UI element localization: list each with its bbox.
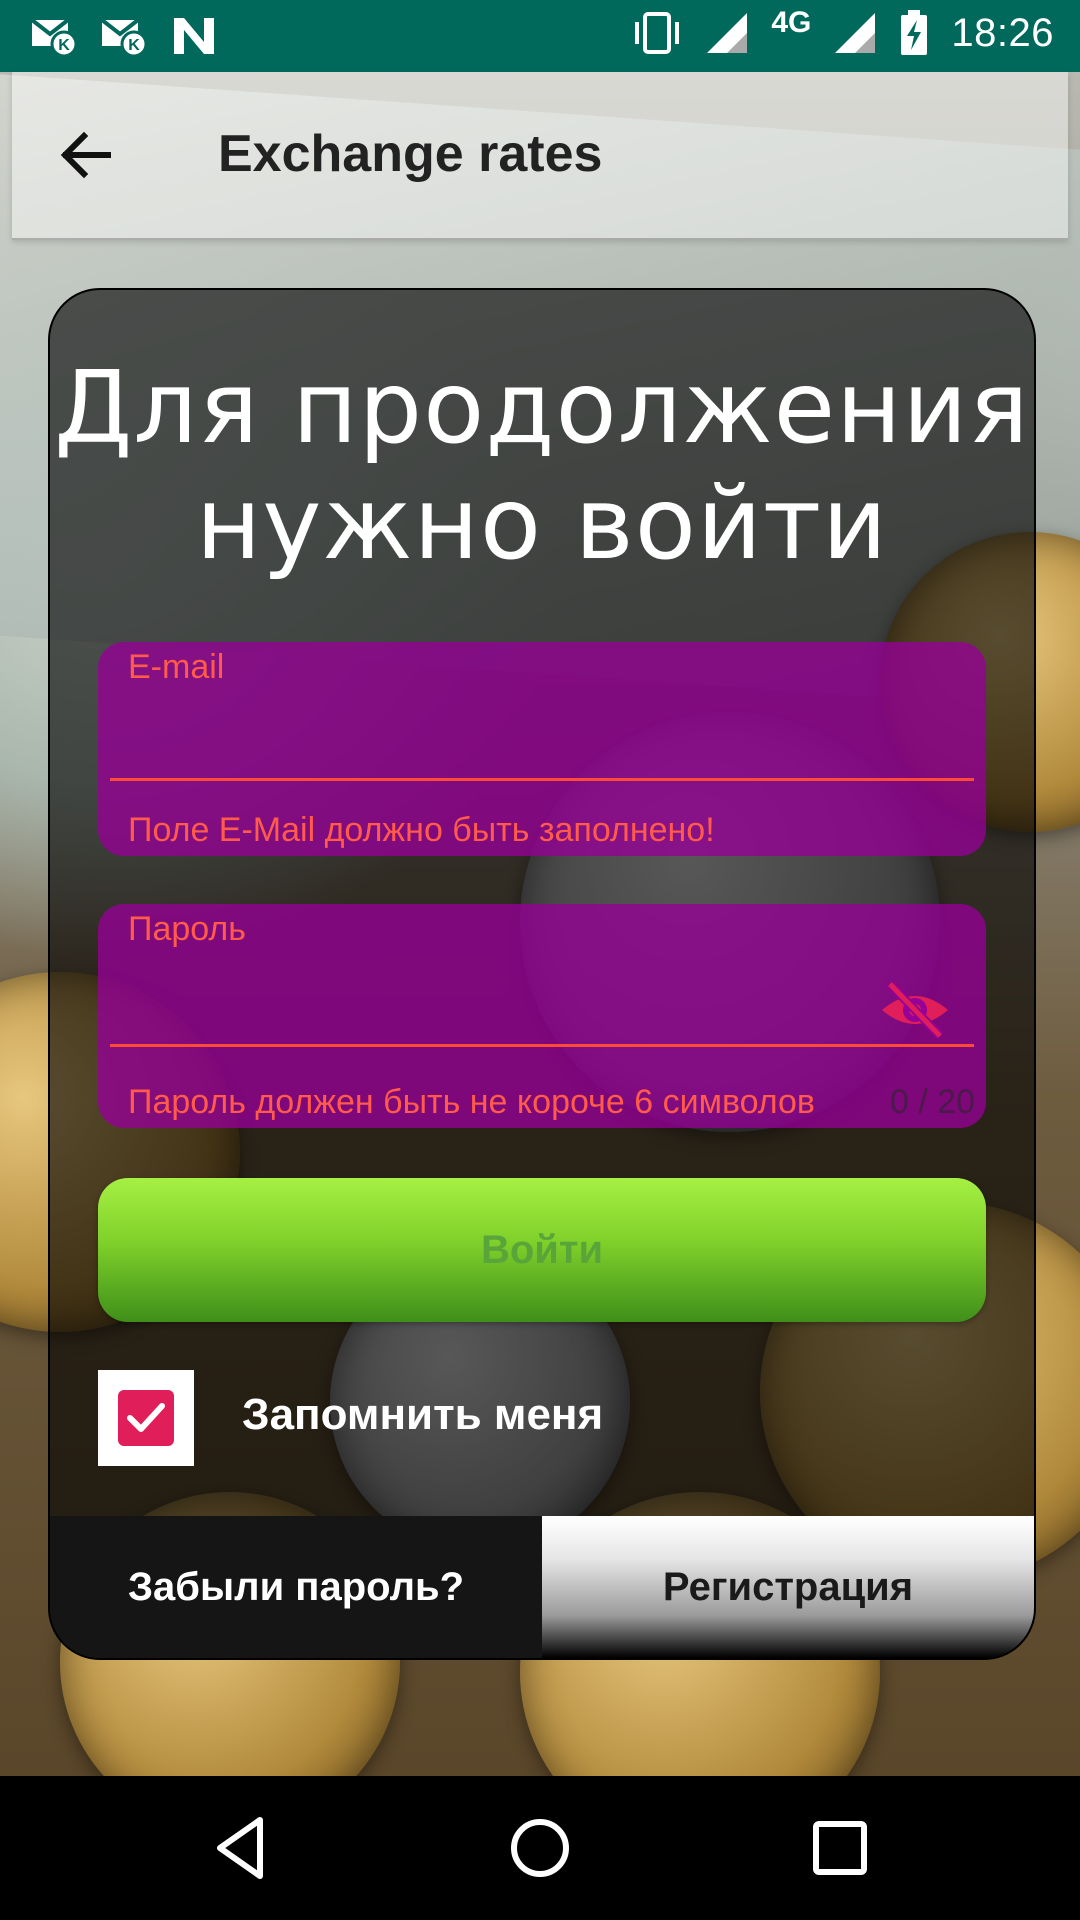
navigation-bar <box>0 1776 1080 1920</box>
email-input[interactable] <box>110 696 974 781</box>
password-label: Пароль <box>128 910 246 948</box>
heading-line-2: нужно войти <box>195 465 889 582</box>
checkmark-icon <box>127 1403 165 1432</box>
remember-me[interactable]: Запомнить меня <box>98 1370 798 1466</box>
login-button[interactable]: Войти <box>98 1178 986 1322</box>
mail-k-icon: K <box>100 18 148 58</box>
nav-back-icon[interactable] <box>206 1812 278 1884</box>
email-field: E-mail Поле E-Mail должно быть заполнено… <box>98 642 986 856</box>
login-button-label: Войти <box>480 1227 604 1272</box>
nav-recents-icon[interactable] <box>804 1812 876 1884</box>
app-title: Exchange rates <box>218 125 603 183</box>
arrow-left-icon[interactable] <box>56 124 118 186</box>
heading-line-1: Для продолжения <box>54 349 1030 466</box>
password-error: Пароль должен быть не короче 6 символов <box>128 1083 815 1121</box>
status-bar: K K 4G 18:26 <box>0 0 1080 72</box>
clock: 18:26 <box>951 10 1054 55</box>
nav-home-icon[interactable] <box>504 1812 576 1884</box>
email-label: E-mail <box>128 648 225 686</box>
signal-icon <box>835 13 876 53</box>
remember-checkbox[interactable] <box>118 1390 174 1446</box>
svg-text:K: K <box>58 37 70 54</box>
network-type: 4G <box>771 6 812 39</box>
vibrate-icon <box>635 12 680 54</box>
svg-text:K: K <box>128 37 140 54</box>
mail-k-icon: K <box>30 18 78 58</box>
remember-label: Запомнить меня <box>242 1390 604 1439</box>
login-card: Для продолжения нужно войти E-mail Поле … <box>48 288 1036 1660</box>
email-error: Поле E-Mail должно быть заполнено! <box>128 811 715 849</box>
eye-off-icon[interactable] <box>878 980 952 1040</box>
battery-charging-icon <box>901 10 928 55</box>
password-counter: 0 / 20 <box>890 1083 976 1121</box>
app-bar: Exchange rates <box>12 72 1068 240</box>
checkbox-container[interactable] <box>98 1370 194 1466</box>
password-field: Пароль Пароль должен быть не короче 6 си… <box>98 904 986 1128</box>
register-button[interactable]: Регистрация <box>542 1516 1034 1658</box>
password-input[interactable] <box>110 958 974 1047</box>
n-app-icon <box>174 18 214 54</box>
forgot-password-button[interactable]: Забыли пароль? <box>50 1516 542 1658</box>
signal-icon <box>707 13 748 53</box>
bottom-actions: Забыли пароль? Регистрация <box>50 1516 1034 1658</box>
login-heading: Для продолжения нужно войти <box>50 350 1034 582</box>
screen: K K 4G 18:26 Exchange rates Для продолже… <box>0 0 1080 1920</box>
